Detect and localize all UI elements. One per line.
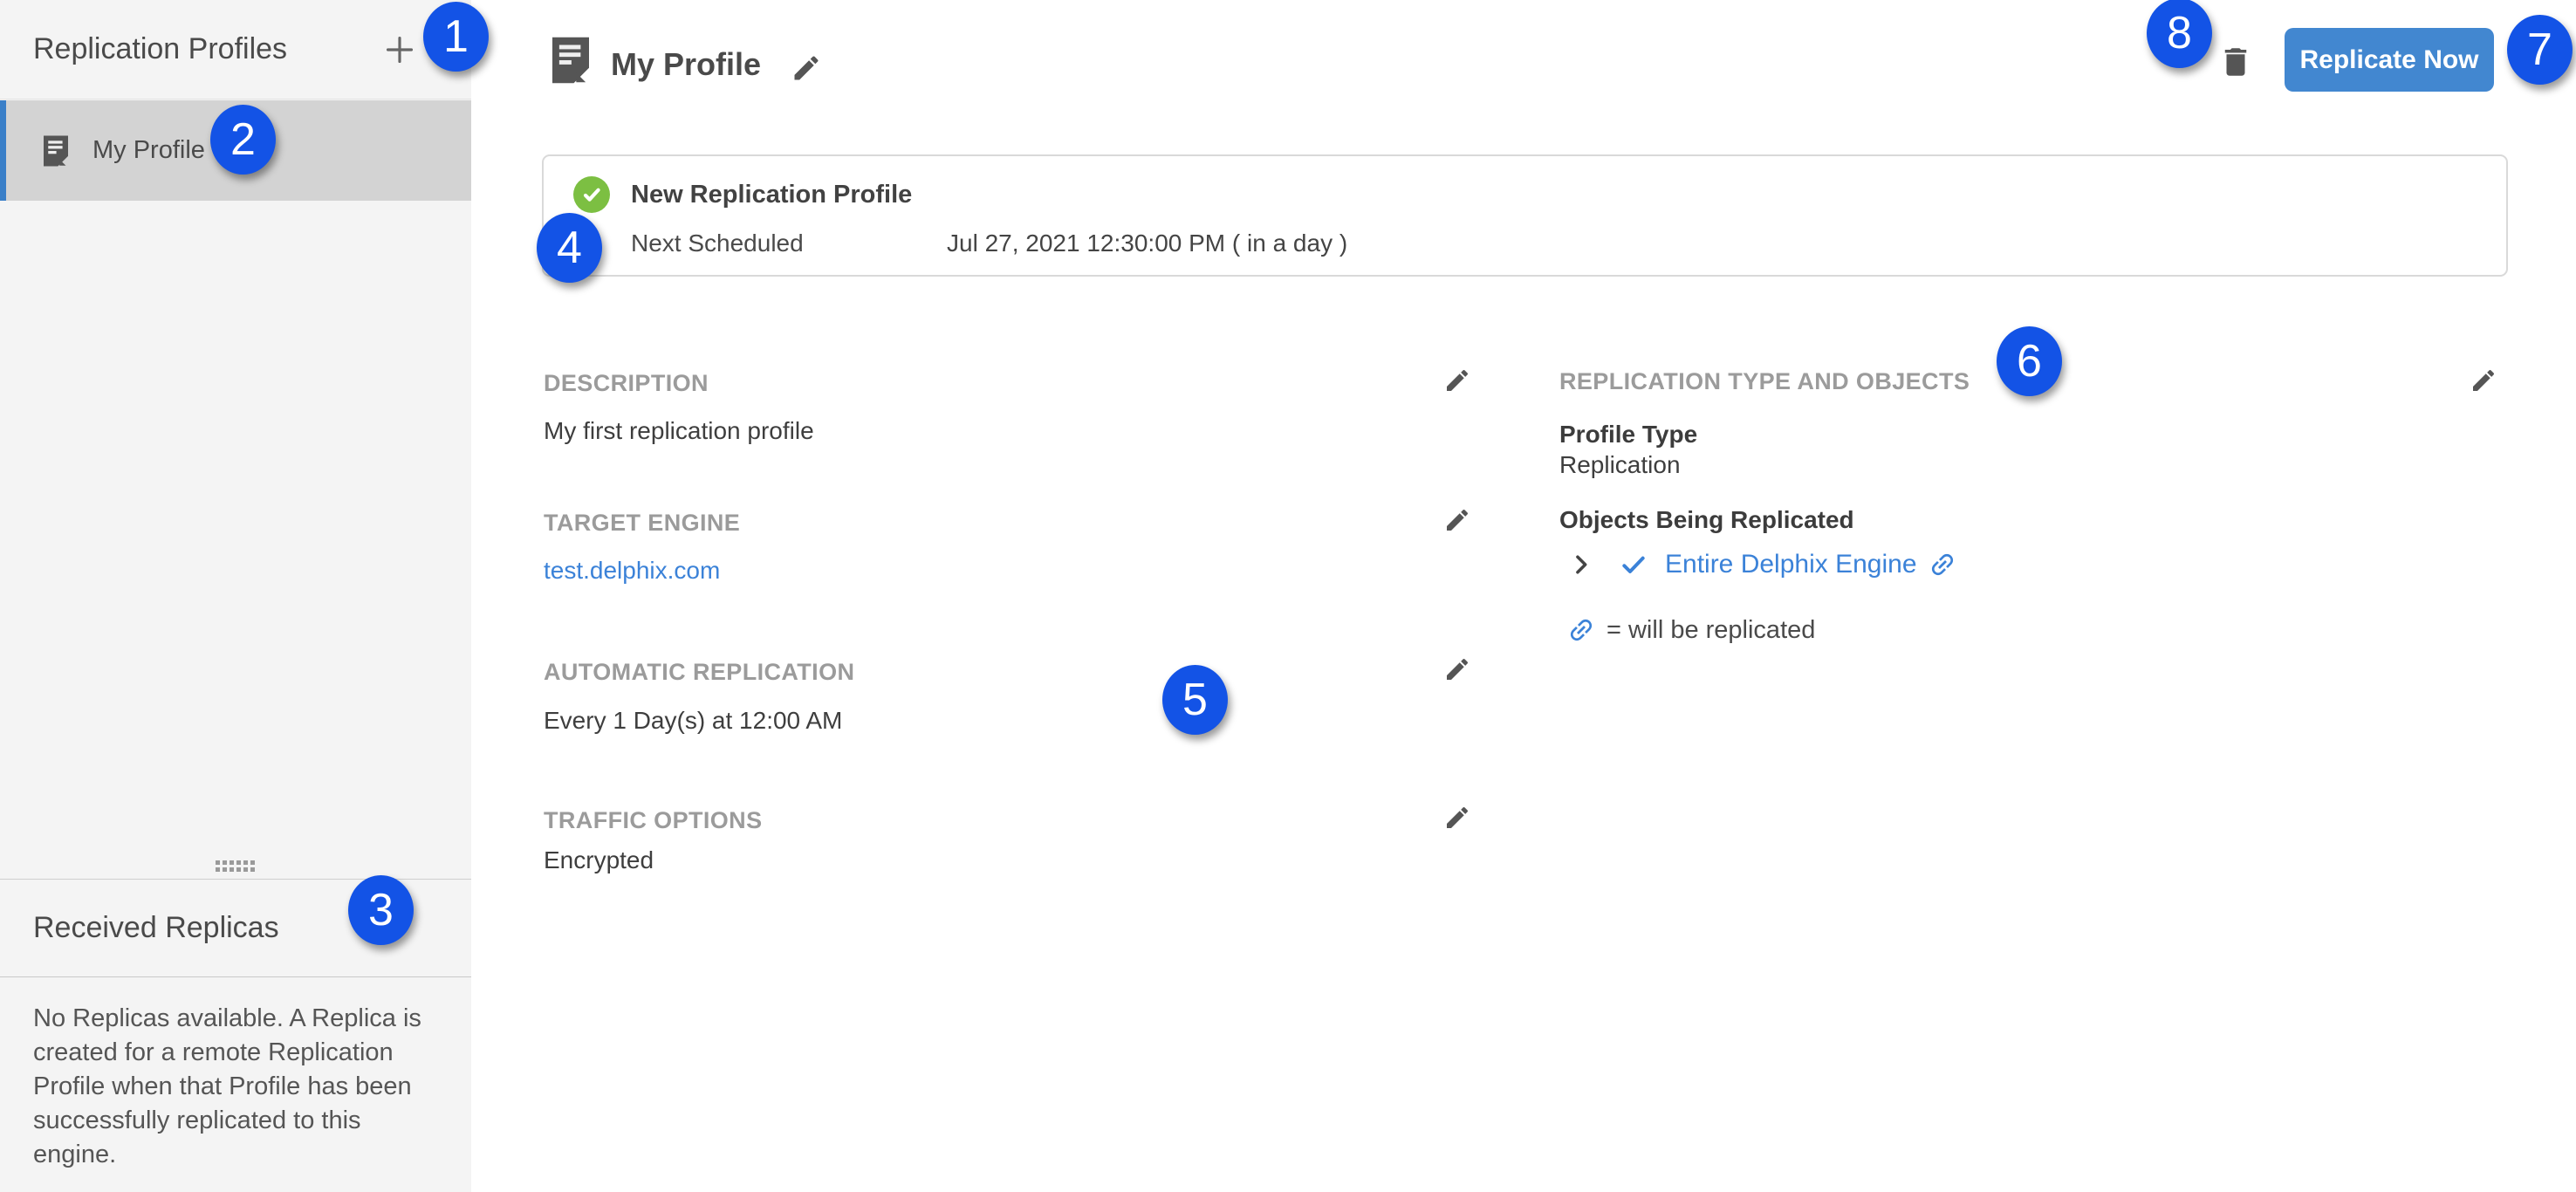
entire-delphix-engine-link[interactable]: Entire Delphix Engine — [1665, 550, 1917, 579]
add-profile-button[interactable] — [380, 31, 419, 69]
profile-type-value: Replication — [1559, 451, 1681, 479]
description-label: DESCRIPTION — [544, 370, 709, 397]
annotation-badge-4: 4 — [537, 213, 602, 283]
edit-target-engine-pencil-icon[interactable] — [1443, 506, 1471, 534]
target-engine-link[interactable]: test.delphix.com — [544, 557, 720, 585]
annotation-badge-1: 1 — [423, 2, 489, 72]
next-scheduled-value: Jul 27, 2021 12:30:00 PM ( in a day ) — [947, 229, 1347, 257]
selected-indicator-bar — [0, 100, 6, 201]
annotation-badge-2: 2 — [210, 105, 276, 175]
automatic-replication-label: AUTOMATIC REPLICATION — [544, 659, 854, 686]
sidebar: Replication Profiles My Profile Received… — [0, 0, 471, 1192]
replicated-object-row: Entire Delphix Engine — [1569, 550, 1957, 579]
success-check-circle-icon — [573, 176, 610, 213]
profile-document-icon — [552, 36, 589, 85]
status-card: New Replication Profile Next Scheduled J… — [542, 154, 2508, 277]
sidebar-title: Replication Profiles — [33, 32, 287, 66]
page-title: My Profile — [611, 46, 761, 83]
annotation-badge-8: 8 — [2147, 0, 2212, 68]
document-icon — [44, 135, 68, 167]
annotation-badge-6: 6 — [1997, 326, 2062, 396]
edit-description-pencil-icon[interactable] — [1443, 367, 1471, 394]
link-icon — [1560, 609, 1602, 651]
drag-dots-row — [216, 860, 256, 865]
annotation-badge-3: 3 — [348, 875, 414, 945]
trash-icon — [2217, 44, 2254, 80]
annotation-badge-7: 7 — [2507, 15, 2573, 85]
check-icon — [1620, 551, 1648, 579]
drag-dots-row — [216, 867, 256, 872]
legend-text: = will be replicated — [1607, 616, 1815, 645]
edit-automatic-replication-pencil-icon[interactable] — [1443, 655, 1471, 683]
plus-icon — [383, 33, 416, 66]
replicate-now-button[interactable]: Replicate Now — [2285, 28, 2494, 92]
objects-being-replicated-label: Objects Being Replicated — [1559, 506, 1854, 534]
sidebar-item-label: My Profile — [92, 136, 205, 165]
received-replicas-title: Received Replicas — [33, 911, 279, 945]
link-icon — [1921, 544, 1963, 586]
automatic-replication-value: Every 1 Day(s) at 12:00 AM — [544, 707, 842, 735]
description-value: My first replication profile — [544, 417, 814, 445]
main-panel: My Profile Replicate Now New Replication… — [471, 0, 2576, 1192]
edit-traffic-options-pencil-icon[interactable] — [1443, 804, 1471, 832]
drag-handle-icon[interactable] — [216, 860, 256, 872]
replication-profiles-header: Replication Profiles — [0, 0, 471, 99]
traffic-options-label: TRAFFIC OPTIONS — [544, 807, 763, 834]
app-root: Replication Profiles My Profile Received… — [0, 0, 2576, 1192]
chevron-right-icon[interactable] — [1569, 552, 1593, 577]
replication-legend: = will be replicated — [1566, 615, 1815, 645]
traffic-options-value: Encrypted — [544, 846, 654, 874]
profile-type-label: Profile Type — [1559, 421, 1697, 449]
status-card-title: New Replication Profile — [631, 181, 912, 209]
received-replicas-empty-text: No Replicas available. A Replica is crea… — [33, 1002, 445, 1172]
edit-replication-type-pencil-icon[interactable] — [2470, 367, 2497, 394]
edit-profile-name-pencil-icon[interactable] — [791, 52, 822, 84]
delete-profile-button[interactable] — [2216, 44, 2255, 82]
replication-type-label: REPLICATION TYPE AND OBJECTS — [1559, 368, 1970, 395]
target-engine-label: TARGET ENGINE — [544, 510, 740, 537]
annotation-badge-5: 5 — [1162, 665, 1228, 735]
next-scheduled-label: Next Scheduled — [631, 229, 804, 257]
